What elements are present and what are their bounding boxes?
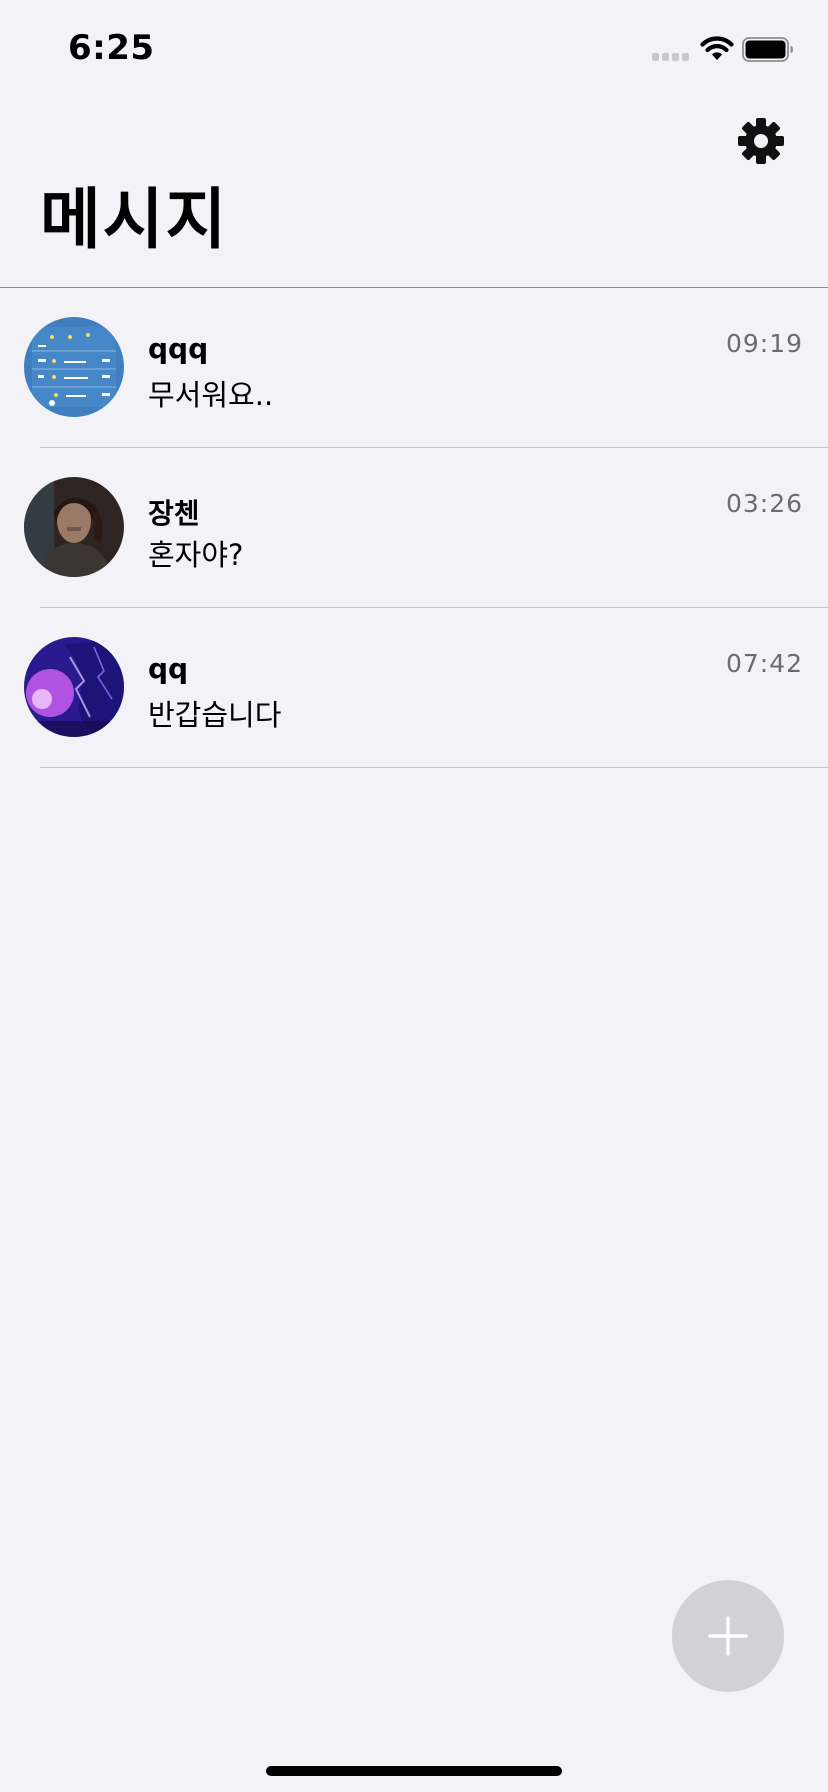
message-preview: 혼자야?: [148, 538, 244, 572]
message-preview: 무서워요..: [148, 378, 274, 412]
message-preview: 반갑습니다: [148, 698, 282, 732]
row-divider: [40, 767, 828, 768]
contact-name: qq: [148, 652, 189, 685]
plus-icon: [708, 1616, 748, 1656]
page-title: 메시지: [40, 181, 229, 258]
conversation-list: qqq 무서워요.. 09:19 장첸 혼자야? 03:26 qq 반갑습니다 …: [0, 288, 828, 768]
new-message-button[interactable]: [672, 1580, 784, 1692]
conversation-row[interactable]: qqq 무서워요.. 09:19: [0, 288, 828, 448]
avatar: [24, 477, 124, 577]
avatar: [24, 637, 124, 737]
contact-name: qqq: [148, 332, 209, 365]
status-time: 6:25: [68, 28, 155, 68]
battery-icon: [742, 37, 793, 62]
status-bar: 6:25: [0, 0, 828, 100]
conversation-row[interactable]: 장첸 혼자야? 03:26: [0, 448, 828, 608]
cellular-signal-icon: [652, 53, 690, 61]
message-time: 09:19: [725, 329, 803, 358]
message-time: 07:42: [725, 649, 803, 678]
home-indicator[interactable]: [266, 1766, 562, 1776]
contact-name: 장첸: [148, 497, 200, 530]
settings-button[interactable]: [737, 117, 785, 165]
wifi-icon: [700, 36, 734, 60]
gear-icon: [738, 118, 784, 164]
avatar: [24, 317, 124, 417]
conversation-row[interactable]: qq 반갑습니다 07:42: [0, 608, 828, 768]
message-time: 03:26: [725, 489, 803, 518]
